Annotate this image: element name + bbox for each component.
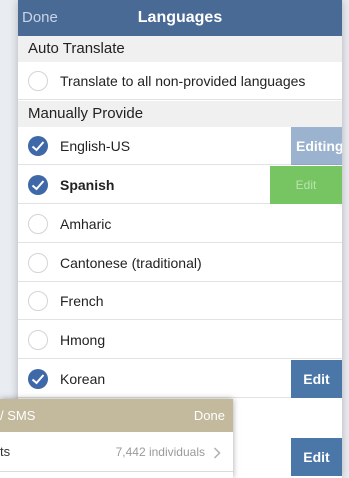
language-label: Spanish — [60, 177, 115, 193]
edit-button[interactable]: Edit — [291, 360, 342, 398]
edit-button[interactable]: Edit — [270, 166, 342, 204]
unchecked-icon[interactable] — [28, 291, 48, 311]
language-row-amharic[interactable]: Amharic — [18, 205, 342, 243]
language-row-english-us[interactable]: English-US Editing — [18, 127, 342, 165]
auto-translate-label: Translate to all non-provided languages — [60, 73, 306, 89]
edit-button[interactable]: Edit — [291, 438, 342, 476]
recipients-count: 7,442 individuals — [115, 445, 205, 459]
language-label: English-US — [60, 138, 131, 154]
page-title: Languages — [137, 9, 223, 26]
section-header-auto-translate: Auto Translate — [18, 36, 342, 62]
auto-translate-checkbox[interactable] — [28, 71, 48, 91]
popup-title: / SMS — [0, 408, 36, 423]
language-label: Hmong — [60, 332, 106, 348]
section-header-manually-provide: Manually Provide — [18, 101, 342, 127]
checked-icon[interactable] — [28, 369, 48, 389]
chevron-right-icon — [213, 446, 221, 464]
language-label: Amharic — [60, 216, 112, 232]
language-label: Korean — [60, 371, 106, 387]
language-row-french[interactable]: French — [18, 282, 342, 320]
recipients-label: ts — [0, 444, 11, 459]
unchecked-icon[interactable] — [28, 253, 48, 273]
popup-header: / SMS Done — [0, 399, 233, 432]
nav-bar: Done Languages — [18, 0, 342, 36]
language-row-cantonese[interactable]: Cantonese (traditional) — [18, 244, 342, 282]
unchecked-icon[interactable] — [28, 330, 48, 350]
unchecked-icon[interactable] — [28, 214, 48, 234]
language-label: French — [60, 293, 104, 309]
editing-button[interactable]: Editing — [291, 127, 342, 165]
auto-translate-row[interactable]: Translate to all non-provided languages — [18, 62, 342, 100]
sms-popup: / SMS Done ts 7,442 individuals — [0, 399, 233, 478]
checked-icon[interactable] — [28, 175, 48, 195]
recipients-row[interactable]: ts 7,442 individuals — [0, 432, 233, 472]
checked-icon[interactable] — [28, 136, 48, 156]
popup-done-button[interactable]: Done — [194, 399, 225, 432]
language-row-spanish[interactable]: Spanish Edit — [18, 166, 342, 204]
language-row-korean[interactable]: Korean Edit — [18, 360, 342, 398]
language-label: Cantonese (traditional) — [60, 255, 202, 271]
language-row-hmong[interactable]: Hmong — [18, 321, 342, 359]
